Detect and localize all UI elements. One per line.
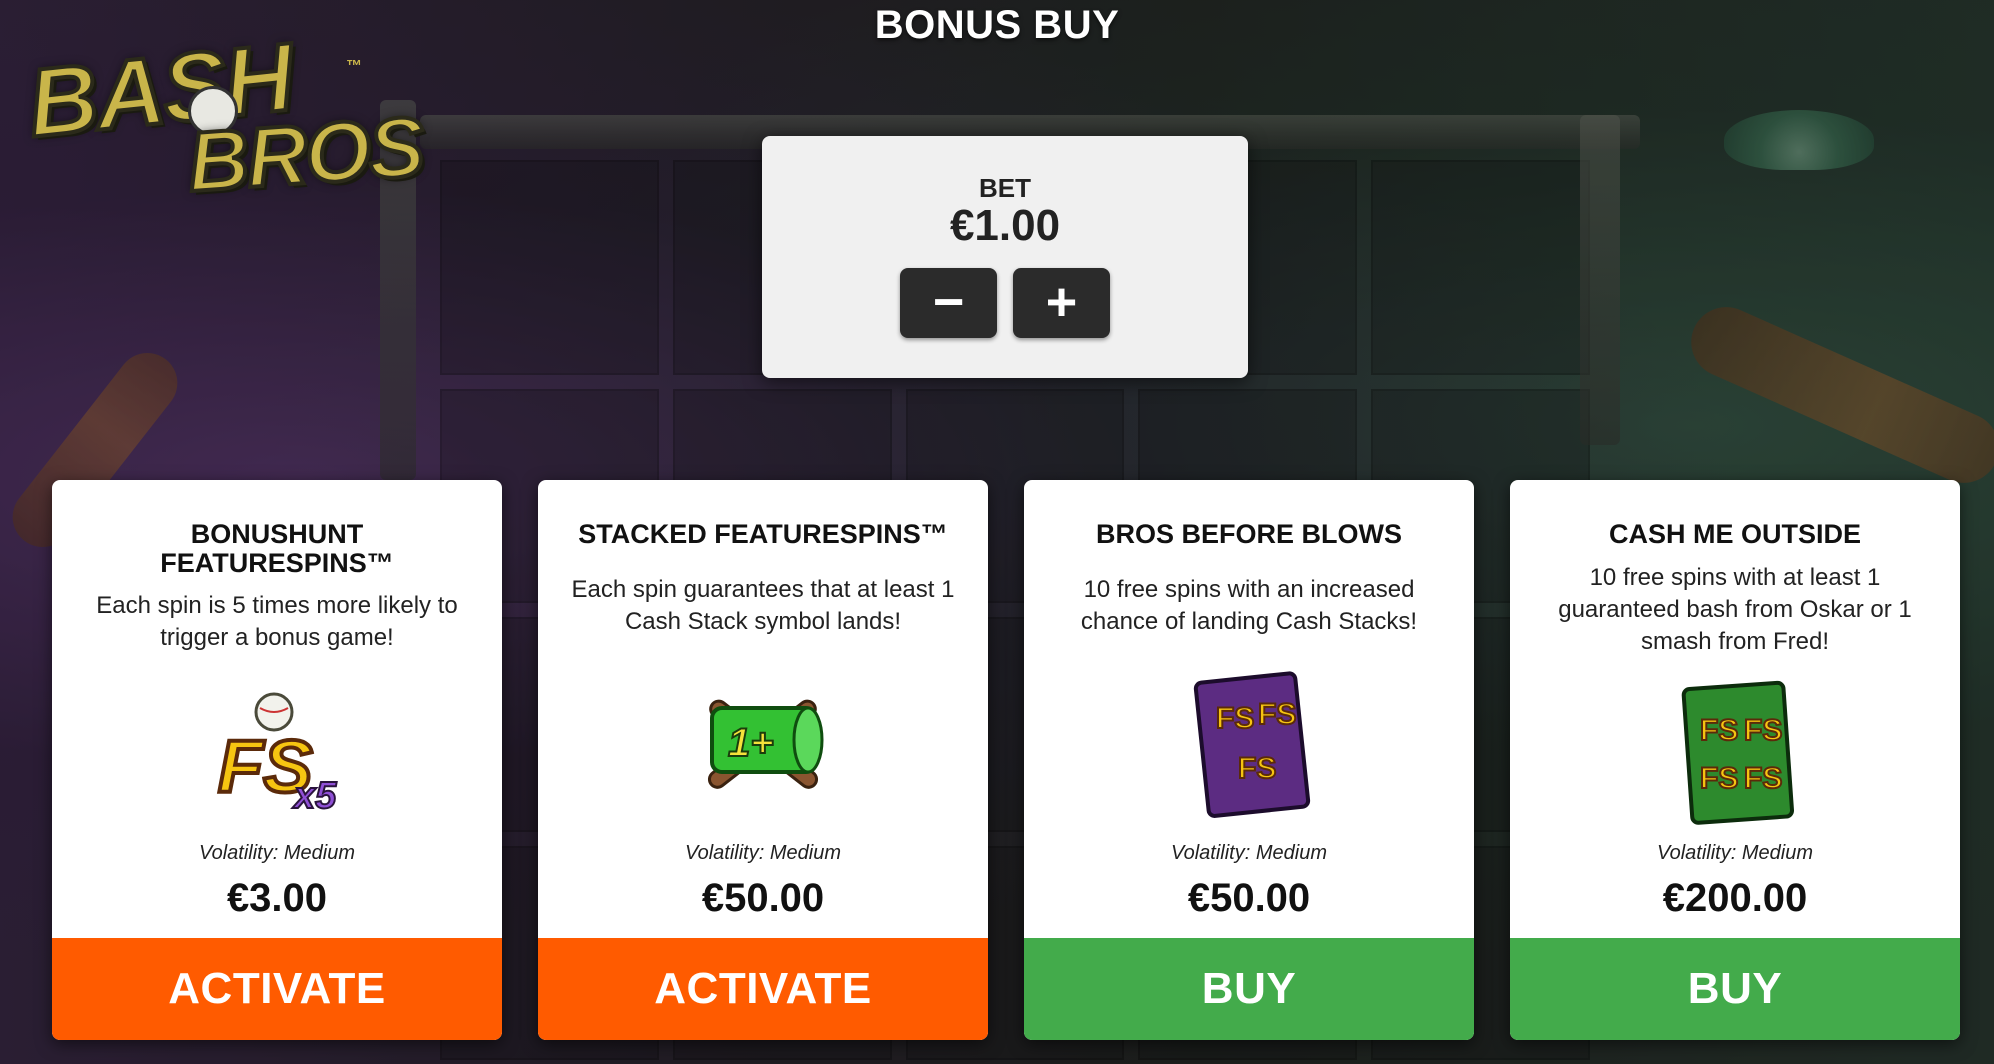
purple-fs-card-icon: FS FS FS bbox=[1174, 670, 1324, 820]
fs-x5-icon: FS x5 FS bbox=[202, 680, 352, 830]
card-price: €3.00 bbox=[226, 876, 328, 920]
svg-text:FS: FS bbox=[1238, 752, 1276, 785]
card-volatility: Volatility: Medium bbox=[1657, 842, 1813, 864]
card-title: CASH ME OUTSIDE bbox=[1608, 519, 1862, 549]
card-description: Each spin is 5 times more likely to trig… bbox=[96, 592, 458, 651]
bonus-card-bros-before-blows: BROS BEFORE BLOWS 10 free spins with an … bbox=[1024, 480, 1474, 1040]
card-volatility: Volatility: Medium bbox=[199, 842, 355, 864]
card-volatility: Volatility: Medium bbox=[685, 842, 841, 864]
card-price: €50.00 bbox=[701, 876, 825, 920]
svg-text:FS: FS bbox=[1744, 762, 1782, 795]
green-fs-card-icon: FS FS FS FS bbox=[1660, 680, 1810, 830]
activate-button[interactable]: ACTIVATE bbox=[52, 938, 502, 1040]
game-logo: BASH BROS ™ bbox=[8, 21, 428, 211]
svg-text:FS: FS bbox=[1744, 714, 1782, 747]
logo-word-2: BROS bbox=[183, 97, 428, 211]
bonus-buy-screen: BASH BROS ™ BONUS BUY BET €1.00 − + BONU… bbox=[0, 0, 1994, 1064]
card-description: 10 free spins with at least 1 guaranteed… bbox=[1558, 564, 1912, 655]
decrease-bet-button[interactable]: − bbox=[900, 268, 997, 338]
buy-button[interactable]: BUY bbox=[1024, 938, 1474, 1040]
bonus-card-cash-me-outside: CASH ME OUTSIDE 10 free spins with at le… bbox=[1510, 480, 1960, 1040]
bet-stepper: − + bbox=[762, 268, 1248, 338]
bet-panel: BET €1.00 − + bbox=[762, 136, 1248, 378]
logo-trademark: ™ bbox=[346, 58, 362, 75]
svg-text:1+: 1+ bbox=[728, 721, 774, 765]
svg-text:FS: FS bbox=[1258, 698, 1296, 731]
card-title: STACKED FEATURESPINS™ bbox=[578, 519, 948, 549]
svg-text:FS: FS bbox=[1216, 702, 1254, 735]
activate-button[interactable]: ACTIVATE bbox=[538, 938, 988, 1040]
bonus-card-bonushunt: BONUSHUNT FEATURESPINS™ Each spin is 5 t… bbox=[52, 480, 502, 1040]
svg-text:FS: FS bbox=[1700, 762, 1738, 795]
card-volatility: Volatility: Medium bbox=[1171, 842, 1327, 864]
buy-button[interactable]: BUY bbox=[1510, 938, 1960, 1040]
bonus-card-stacked-featurespins: STACKED FEATURESPINS™ Each spin guarante… bbox=[538, 480, 988, 1040]
card-price: €50.00 bbox=[1187, 876, 1311, 920]
card-description: 10 free spins with an increased chance o… bbox=[1080, 576, 1418, 635]
card-price: €200.00 bbox=[1662, 876, 1808, 920]
svg-text:FS: FS bbox=[1700, 714, 1738, 747]
bet-label: BET bbox=[979, 173, 1031, 203]
page-title: BONUS BUY bbox=[874, 3, 1120, 47]
cash-stack-bats-icon: 1+ bbox=[688, 670, 838, 820]
bonus-options: BONUSHUNT FEATURESPINS™ Each spin is 5 t… bbox=[52, 480, 1960, 1040]
card-title: BONUSHUNT FEATURESPINS™ bbox=[160, 519, 394, 578]
card-description: Each spin guarantees that at least 1 Cas… bbox=[571, 576, 955, 635]
increase-bet-button[interactable]: + bbox=[1013, 268, 1110, 338]
svg-text:x5: x5 bbox=[292, 775, 337, 817]
card-title: BROS BEFORE BLOWS bbox=[1095, 519, 1402, 549]
bet-value: €1.00 bbox=[949, 201, 1061, 250]
